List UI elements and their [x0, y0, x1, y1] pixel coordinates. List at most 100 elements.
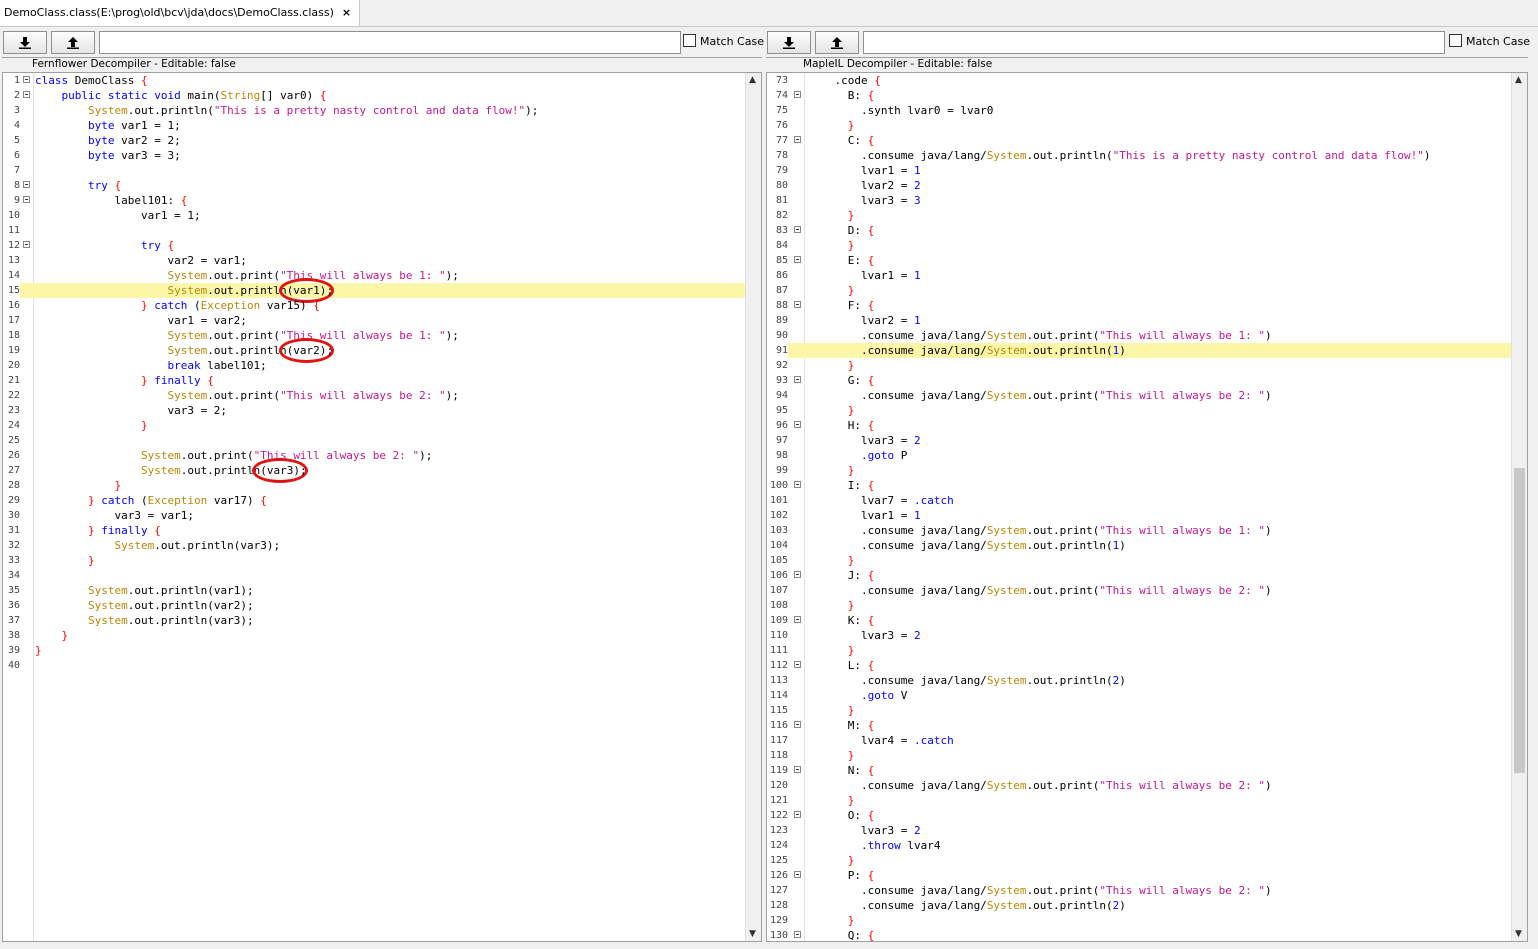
- code-line[interactable]: 90 .consume java/lang/System.out.print("…: [767, 328, 1527, 343]
- fold-toggle-icon[interactable]: [794, 376, 801, 383]
- code-line[interactable]: 111 }: [767, 643, 1527, 658]
- code-line[interactable]: 94 .consume java/lang/System.out.print("…: [767, 388, 1527, 403]
- code-line[interactable]: 82 }: [767, 208, 1527, 223]
- fold-toggle-icon[interactable]: [794, 91, 801, 98]
- code-line[interactable]: 39}: [3, 643, 761, 658]
- code-line[interactable]: 130 Q: {: [767, 928, 1527, 941]
- close-icon[interactable]: ×: [342, 0, 351, 26]
- code-line[interactable]: 95 }: [767, 403, 1527, 418]
- scroll-up-icon[interactable]: ▲: [749, 75, 756, 85]
- code-line[interactable]: 120 .consume java/lang/System.out.print(…: [767, 778, 1527, 793]
- scrollbar-thumb[interactable]: [1514, 468, 1525, 773]
- code-line[interactable]: 11: [3, 223, 761, 238]
- code-line[interactable]: 113 .consume java/lang/System.out.printl…: [767, 673, 1527, 688]
- code-line[interactable]: 6 byte var3 = 3;: [3, 148, 761, 163]
- code-line[interactable]: 74 B: {: [767, 88, 1527, 103]
- code-line[interactable]: 80 lvar2 = 2: [767, 178, 1527, 193]
- code-line[interactable]: 32 System.out.println(var3);: [3, 538, 761, 553]
- vertical-scrollbar[interactable]: ▲ ▼: [745, 73, 761, 941]
- code-line[interactable]: 128 .consume java/lang/System.out.printl…: [767, 898, 1527, 913]
- match-case-checkbox[interactable]: [1449, 34, 1462, 47]
- code-editor[interactable]: 73 .code {74 B: {75 .synth lvar0 = lvar0…: [766, 72, 1528, 942]
- code-line[interactable]: 105 }: [767, 553, 1527, 568]
- match-case-option[interactable]: Match Case: [1449, 34, 1530, 48]
- code-line[interactable]: 37 System.out.println(var3);: [3, 613, 761, 628]
- code-line[interactable]: 78 .consume java/lang/System.out.println…: [767, 148, 1527, 163]
- code-line[interactable]: 34: [3, 568, 761, 583]
- code-line[interactable]: 7: [3, 163, 761, 178]
- fold-toggle-icon[interactable]: [794, 256, 801, 263]
- code-line[interactable]: 36 System.out.println(var2);: [3, 598, 761, 613]
- code-line[interactable]: 15 System.out.println(var1);: [3, 278, 761, 303]
- code-line[interactable]: 127 .consume java/lang/System.out.print(…: [767, 883, 1527, 898]
- code-line[interactable]: 19 System.out.println(var2);: [3, 338, 761, 363]
- code-line[interactable]: 2 public static void main(String[] var0)…: [3, 88, 761, 103]
- code-line[interactable]: 23 var3 = 2;: [3, 403, 761, 418]
- code-line[interactable]: 97 lvar3 = 2: [767, 433, 1527, 448]
- fold-toggle-icon[interactable]: [794, 616, 801, 623]
- code-line[interactable]: 103 .consume java/lang/System.out.print(…: [767, 523, 1527, 538]
- code-line[interactable]: 129 }: [767, 913, 1527, 928]
- code-line[interactable]: 75 .synth lvar0 = lvar0: [767, 103, 1527, 118]
- code-line[interactable]: 122 O: {: [767, 808, 1527, 823]
- code-line[interactable]: 22 System.out.print("This will always be…: [3, 388, 761, 403]
- fold-toggle-icon[interactable]: [794, 136, 801, 143]
- code-line[interactable]: 123 lvar3 = 2: [767, 823, 1527, 838]
- search-input[interactable]: [863, 31, 1445, 54]
- code-line[interactable]: 3 System.out.println("This is a pretty n…: [3, 103, 761, 118]
- code-line[interactable]: 81 lvar3 = 3: [767, 193, 1527, 208]
- code-line[interactable]: 79 lvar1 = 1: [767, 163, 1527, 178]
- scroll-down-icon[interactable]: ▼: [749, 929, 756, 939]
- code-line[interactable]: 40: [3, 658, 761, 673]
- code-line[interactable]: 116 M: {: [767, 718, 1527, 733]
- code-line[interactable]: 93 G: {: [767, 373, 1527, 388]
- fold-toggle-icon[interactable]: [794, 721, 801, 728]
- code-line[interactable]: 12 try {: [3, 238, 761, 253]
- code-line[interactable]: 87 }: [767, 283, 1527, 298]
- code-line[interactable]: 10 var1 = 1;: [3, 208, 761, 223]
- code-line[interactable]: 102 lvar1 = 1: [767, 508, 1527, 523]
- code-line[interactable]: 31 } finally {: [3, 523, 761, 538]
- vertical-scrollbar[interactable]: ▲ ▼: [1511, 73, 1527, 941]
- code-line[interactable]: 38 }: [3, 628, 761, 643]
- code-line[interactable]: 24 }: [3, 418, 761, 433]
- fold-toggle-icon[interactable]: [794, 226, 801, 233]
- code-line[interactable]: 118 }: [767, 748, 1527, 763]
- code-line[interactable]: 27 System.out.println(var3);: [3, 458, 761, 483]
- match-case-option[interactable]: Match Case: [683, 34, 764, 48]
- code-line[interactable]: 110 lvar3 = 2: [767, 628, 1527, 643]
- code-line[interactable]: 26 System.out.print("This will always be…: [3, 448, 761, 463]
- fold-toggle-icon[interactable]: [23, 196, 30, 203]
- fold-toggle-icon[interactable]: [794, 811, 801, 818]
- code-line[interactable]: 84 }: [767, 238, 1527, 253]
- code-line[interactable]: 17 var1 = var2;: [3, 313, 761, 328]
- code-line[interactable]: 20 break label101;: [3, 358, 761, 373]
- fold-toggle-icon[interactable]: [794, 766, 801, 773]
- fold-toggle-icon[interactable]: [794, 421, 801, 428]
- code-line[interactable]: 13 var2 = var1;: [3, 253, 761, 268]
- code-line[interactable]: 85 E: {: [767, 253, 1527, 268]
- code-line[interactable]: 29 } catch (Exception var17) {: [3, 493, 761, 508]
- code-line[interactable]: 76 }: [767, 118, 1527, 133]
- code-line[interactable]: 86 lvar1 = 1: [767, 268, 1527, 283]
- code-line[interactable]: 8 try {: [3, 178, 761, 193]
- fold-toggle-icon[interactable]: [794, 571, 801, 578]
- previous-result-button[interactable]: [815, 31, 859, 54]
- code-line[interactable]: 4 byte var1 = 1;: [3, 118, 761, 133]
- code-line[interactable]: 9 label101: {: [3, 193, 761, 208]
- code-line[interactable]: 83 D: {: [767, 223, 1527, 238]
- code-line[interactable]: 25: [3, 433, 761, 448]
- next-result-button[interactable]: [3, 31, 47, 54]
- code-line[interactable]: 112 L: {: [767, 658, 1527, 673]
- code-line[interactable]: 99 }: [767, 463, 1527, 478]
- code-line[interactable]: 14 System.out.print("This will always be…: [3, 268, 761, 283]
- previous-result-button[interactable]: [51, 31, 95, 54]
- code-line[interactable]: 92 }: [767, 358, 1527, 373]
- fold-toggle-icon[interactable]: [794, 301, 801, 308]
- search-input[interactable]: [99, 31, 681, 54]
- code-line[interactable]: 33 }: [3, 553, 761, 568]
- fold-toggle-icon[interactable]: [794, 931, 801, 938]
- code-line[interactable]: 106 J: {: [767, 568, 1527, 583]
- fold-toggle-icon[interactable]: [23, 241, 30, 248]
- fold-toggle-icon[interactable]: [794, 661, 801, 668]
